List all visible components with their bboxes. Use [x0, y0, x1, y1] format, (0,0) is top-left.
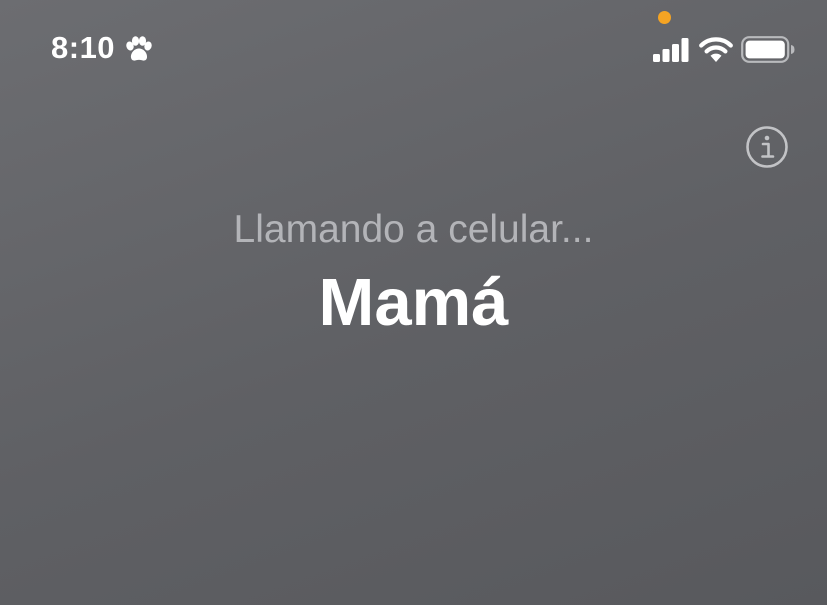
- signal-bars-icon: [653, 38, 689, 62]
- wifi-icon: [699, 37, 733, 62]
- info-button[interactable]: [745, 125, 789, 169]
- status-bar: 8:10: [0, 0, 827, 100]
- paw-icon: [126, 36, 152, 61]
- battery-icon: [741, 36, 795, 63]
- privacy-indicator-dot: [658, 11, 671, 24]
- status-time: 8:10: [51, 30, 116, 65]
- contact-name: Mamá: [318, 265, 509, 340]
- call-status-text: Llamando a celular...: [233, 208, 594, 251]
